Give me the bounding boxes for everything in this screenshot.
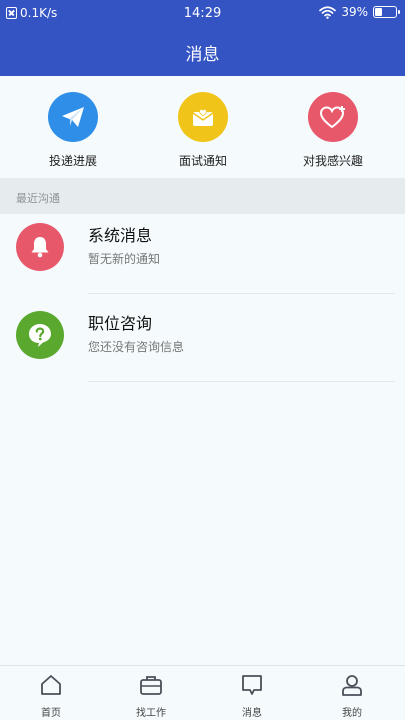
heart-plus-icon xyxy=(308,92,358,142)
top-bar: 0.1K/s 14:29 39% 消息 xyxy=(0,0,405,76)
bottom-nav: 首页 找工作 消息 我的 xyxy=(0,665,405,720)
wifi-icon xyxy=(319,5,337,19)
message-job-inquiry[interactable]: 职位咨询 您还没有咨询信息 xyxy=(0,294,405,382)
quick-action-delivery-progress[interactable]: 投递进展 xyxy=(18,92,128,169)
message-subtitle: 暂无新的通知 xyxy=(88,252,161,266)
nav-label: 找工作 xyxy=(136,708,166,719)
paper-plane-icon xyxy=(48,92,98,142)
status-right: 39% xyxy=(319,5,400,19)
page-title: 消息 xyxy=(185,45,220,65)
nav-label: 我的 xyxy=(342,708,362,719)
status-bar: 0.1K/s 14:29 39% xyxy=(0,0,405,28)
user-icon xyxy=(312,672,392,698)
section-label: 最近沟通 xyxy=(16,192,60,205)
nav-mine[interactable]: 我的 xyxy=(312,672,392,719)
envelope-heart-icon xyxy=(178,92,228,142)
nav-find-job[interactable]: 找工作 xyxy=(111,672,191,719)
quick-action-interview-notice[interactable]: 面试通知 xyxy=(148,92,258,169)
battery-icon xyxy=(373,6,400,18)
nav-label: 消息 xyxy=(242,708,262,719)
quick-action-label: 投递进展 xyxy=(48,154,97,168)
quick-action-interested-in-me[interactable]: 对我感兴趣 xyxy=(278,92,388,169)
quick-actions: 投递进展 面试通知 对我感兴趣 xyxy=(0,76,405,178)
nav-messages[interactable]: 消息 xyxy=(212,672,292,719)
message-title: 职位咨询 xyxy=(88,314,153,333)
message-icon xyxy=(212,672,292,698)
battery-fill xyxy=(375,8,382,16)
quick-action-label: 面试通知 xyxy=(178,154,227,168)
question-bubble-icon xyxy=(16,311,64,359)
briefcase-icon xyxy=(111,672,191,698)
nav-label: 首页 xyxy=(41,708,61,719)
quick-action-label: 对我感兴趣 xyxy=(302,154,363,168)
nav-home[interactable]: 首页 xyxy=(11,672,91,719)
message-title: 系统消息 xyxy=(88,226,153,245)
message-system[interactable]: 系统消息 暂无新的通知 xyxy=(0,206,405,294)
divider xyxy=(88,381,395,382)
home-icon xyxy=(11,672,91,698)
battery-percent: 39% xyxy=(341,5,368,19)
message-subtitle: 您还没有咨询信息 xyxy=(88,340,185,354)
bell-icon xyxy=(16,223,64,271)
